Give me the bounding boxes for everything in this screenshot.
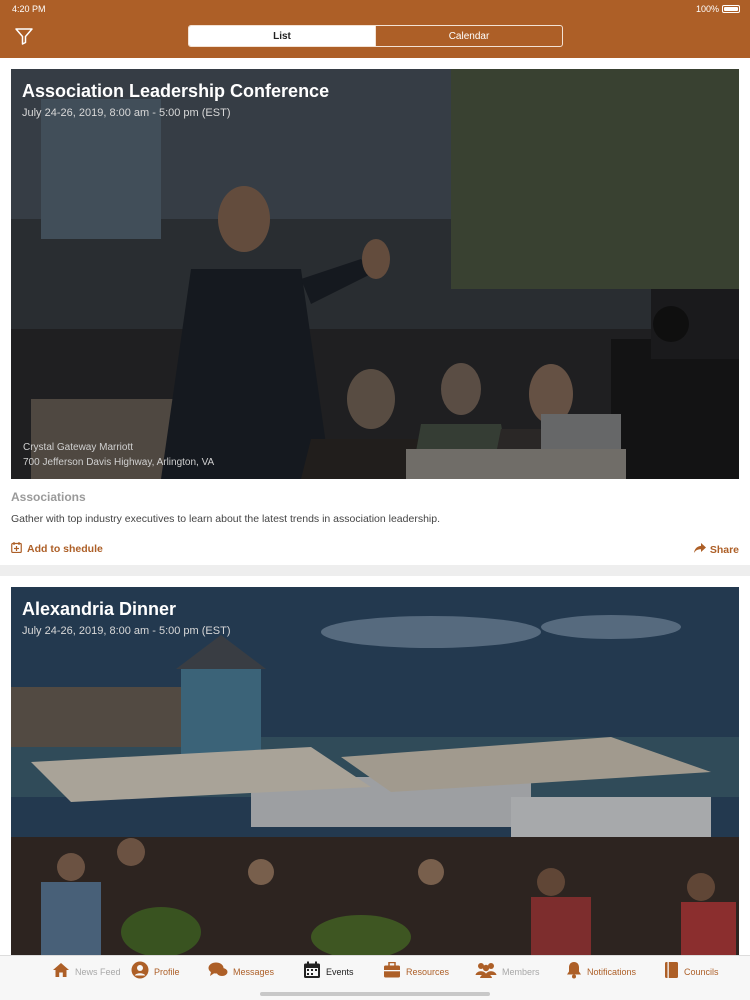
tab-label: Profile <box>154 967 180 977</box>
tab-label: Notifications <box>587 967 637 977</box>
chat-bubbles-icon <box>208 962 228 983</box>
view-segmented-control: List Calendar <box>188 25 563 47</box>
calendar-icon <box>303 961 321 984</box>
tab-label: Councils <box>684 967 719 977</box>
tab-events[interactable]: Events <box>303 961 354 983</box>
share-button[interactable]: Share <box>693 543 739 556</box>
tab-label: Messages <box>233 967 275 977</box>
person-icon <box>131 961 149 984</box>
event-title[interactable]: Alexandria Dinner <box>22 599 176 620</box>
tab-label: Resources <box>406 967 450 977</box>
event-title[interactable]: Association Leadership Conference <box>22 81 329 102</box>
event-category: Associations <box>11 490 86 504</box>
share-icon <box>693 543 706 556</box>
tab-councils[interactable]: Councils <box>664 961 719 983</box>
add-to-schedule-button[interactable]: Add to shedule <box>11 542 103 556</box>
segment-list[interactable]: List <box>189 26 375 46</box>
top-bar: 4:20 PM 100% List Calendar <box>0 0 750 58</box>
share-label: Share <box>709 543 739 556</box>
home-indicator[interactable] <box>260 992 490 996</box>
event-address: 700 Jefferson Davis Highway, Arlington, … <box>23 457 215 468</box>
status-time: 4:20 PM <box>12 4 46 14</box>
filter-icon[interactable] <box>14 26 34 46</box>
calendar-add-icon <box>11 542 22 556</box>
tab-resources[interactable]: Resources <box>383 961 449 983</box>
segment-calendar[interactable]: Calendar <box>375 26 562 46</box>
add-to-schedule-label: Add to shedule <box>27 543 103 555</box>
event-card[interactable]: Alexandria Dinner July 24-26, 2019, 8:00… <box>0 576 750 955</box>
home-icon <box>52 962 70 983</box>
tab-label: News Feed <box>75 967 121 977</box>
tab-members[interactable]: Members <box>475 961 540 983</box>
event-image[interactable]: Alexandria Dinner July 24-26, 2019, 8:00… <box>11 587 739 955</box>
waterfront-dinner-photo <box>11 587 739 955</box>
battery-percent: 100% <box>695 4 719 14</box>
battery-icon <box>722 5 740 13</box>
tab-messages[interactable]: Messages <box>208 961 274 983</box>
book-icon <box>664 961 679 984</box>
bell-icon <box>566 961 582 984</box>
tab-news-feed[interactable]: News Feed <box>52 961 121 983</box>
tab-profile[interactable]: Profile <box>131 961 180 983</box>
people-icon <box>475 962 497 983</box>
bottom-tab-bar: News Feed Profile Messages Events Resour… <box>0 955 750 1000</box>
tab-label: Events <box>326 967 354 977</box>
event-card[interactable]: Association Leadership Conference July 2… <box>0 58 750 565</box>
event-image[interactable]: Association Leadership Conference July 2… <box>11 69 739 479</box>
briefcase-icon <box>383 961 401 983</box>
events-feed[interactable]: Association Leadership Conference July 2… <box>0 58 750 955</box>
tab-notifications[interactable]: Notifications <box>566 961 636 983</box>
event-description: Gather with top industry executives to l… <box>11 513 440 525</box>
event-venue: Crystal Gateway Marriott <box>23 442 134 453</box>
status-battery: 100% <box>696 4 740 14</box>
event-date: July 24-26, 2019, 8:00 am - 5:00 pm (EST… <box>22 107 231 119</box>
event-date: July 24-26, 2019, 8:00 am - 5:00 pm (EST… <box>22 625 231 637</box>
tab-label: Members <box>502 967 540 977</box>
conference-photo <box>11 69 739 479</box>
